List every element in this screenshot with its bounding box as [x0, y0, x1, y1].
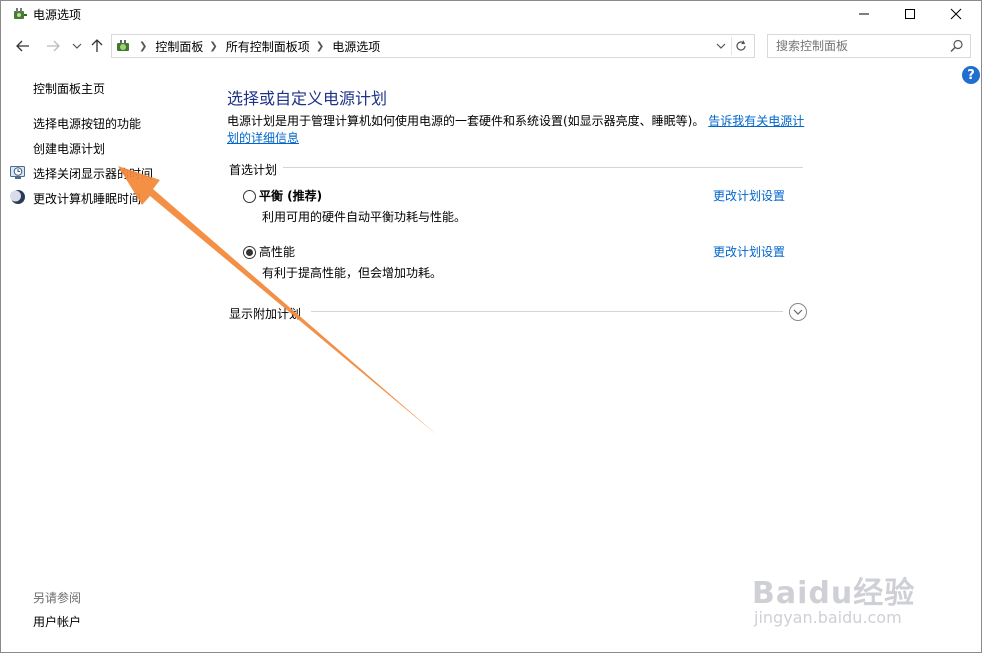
recent-locations-button[interactable] — [67, 37, 87, 55]
plan-description: 利用可用的硬件自动平衡功耗与性能。 — [262, 210, 467, 224]
preferred-plans-heading: 首选计划 — [229, 161, 284, 178]
sidebar-item-control-panel-home[interactable]: 控制面板主页 — [33, 80, 105, 97]
plan-high-performance: 高性能 有利于提高性能，但会增加功耗。 更改计划设置 — [243, 243, 803, 283]
breadcrumb-separator-icon: ❯ — [139, 40, 148, 52]
plan-balanced-radio[interactable] — [243, 190, 256, 203]
moon-icon — [10, 189, 26, 205]
back-button[interactable] — [13, 37, 33, 55]
baidu-watermark: Baidu经验 jingyan.baidu.com — [752, 568, 952, 638]
page-description: 电源计划是用于管理计算机如何使用电源的一套硬件和系统设置(如显示器亮度、睡眠等)… — [227, 113, 807, 147]
sidebar-item-power-button-function[interactable]: 选择电源按钮的功能 — [33, 115, 141, 132]
sidebar-item-create-power-plan[interactable]: 创建电源计划 — [33, 140, 105, 157]
watermark-url: jingyan.baidu.com — [754, 608, 902, 627]
sidebar-item-user-accounts[interactable]: 用户帐户 — [33, 613, 81, 630]
title-bar: 电源选项 — [1, 1, 981, 27]
up-button[interactable] — [87, 37, 107, 55]
sidebar-item-display-off-time[interactable]: 选择关闭显示器的时间 — [33, 165, 153, 182]
help-button[interactable]: ? — [962, 66, 980, 84]
change-plan-settings-link[interactable]: 更改计划设置 — [713, 243, 785, 260]
clock-monitor-icon — [10, 164, 26, 180]
breadcrumb-separator-icon: ❯ — [315, 40, 325, 52]
back-arrow-icon — [16, 40, 29, 52]
breadcrumb-all-items[interactable]: 所有控制面板项 — [226, 38, 310, 55]
breadcrumb-control-panel[interactable]: 控制面板 — [155, 38, 203, 55]
show-additional-plans-label[interactable]: 显示附加计划 — [229, 305, 308, 322]
breadcrumb-power-options[interactable]: 电源选项 — [332, 38, 380, 55]
chevron-down-icon — [716, 43, 726, 49]
search-icon[interactable] — [950, 39, 964, 53]
maximize-button[interactable] — [887, 1, 933, 27]
change-plan-settings-link[interactable]: 更改计划设置 — [713, 187, 785, 204]
close-icon — [950, 8, 962, 20]
description-text: 电源计划是用于管理计算机如何使用电源的一套硬件和系统设置(如显示器亮度、睡眠等)… — [227, 114, 705, 128]
help-icon: ? — [967, 67, 975, 83]
main-pane: 选择或自定义电源计划 电源计划是用于管理计算机如何使用电源的一套硬件和系统设置(… — [227, 61, 827, 361]
plan-high-performance-radio[interactable] — [243, 246, 256, 259]
plan-description: 有利于提高性能，但会增加功耗。 — [262, 266, 443, 280]
navigation-bar: ❯ 控制面板 ❯ 所有控制面板项 ❯ 电源选项 — [1, 31, 981, 61]
plan-balanced: 平衡 (推荐) 利用可用的硬件自动平衡功耗与性能。 更改计划设置 — [243, 187, 803, 227]
control-panel-icon — [115, 37, 133, 55]
search-box[interactable] — [767, 34, 971, 58]
plan-name[interactable]: 平衡 (推荐) — [259, 187, 322, 204]
chevron-down-icon — [72, 43, 82, 49]
watermark-logo-text: Baidu经验 — [752, 576, 916, 611]
minimize-button[interactable] — [841, 1, 887, 27]
close-button[interactable] — [933, 1, 979, 27]
additional-plans-divider — [311, 311, 783, 312]
group-divider — [229, 167, 803, 168]
address-history-dropdown[interactable] — [714, 39, 728, 53]
refresh-icon — [736, 40, 746, 51]
sidebar-item-sleep-time[interactable]: 更改计算机睡眠时间 — [33, 190, 141, 207]
page-title: 选择或自定义电源计划 — [227, 89, 388, 108]
breadcrumb-separator-icon: ❯ — [209, 40, 218, 52]
minimize-icon — [859, 13, 869, 15]
maximize-icon — [905, 9, 915, 19]
forward-button[interactable] — [43, 37, 63, 55]
radio-selected-dot — [246, 249, 253, 256]
left-pane: 控制面板主页 选择电源按钮的功能 创建电源计划 选择关闭显示器的时间 更改计算机… — [1, 61, 211, 651]
plan-name[interactable]: 高性能 — [259, 243, 295, 260]
search-input[interactable] — [768, 35, 946, 57]
power-options-icon — [11, 5, 29, 23]
up-arrow-icon — [91, 39, 103, 52]
chevron-down-icon — [793, 309, 803, 315]
address-bar[interactable]: ❯ 控制面板 ❯ 所有控制面板项 ❯ 电源选项 — [111, 34, 755, 58]
power-options-window: 电源选项 ❯ 控制面板 ❯ 所有控制面板项 ❯ 电源选项 搜索控制面板 ? 控制… — [0, 0, 982, 653]
forward-arrow-icon — [47, 40, 60, 52]
see-also-heading: 另请参阅 — [33, 591, 82, 605]
refresh-button[interactable] — [731, 37, 750, 55]
expand-additional-plans-button[interactable] — [789, 303, 807, 321]
window-title: 电源选项 — [33, 8, 82, 22]
